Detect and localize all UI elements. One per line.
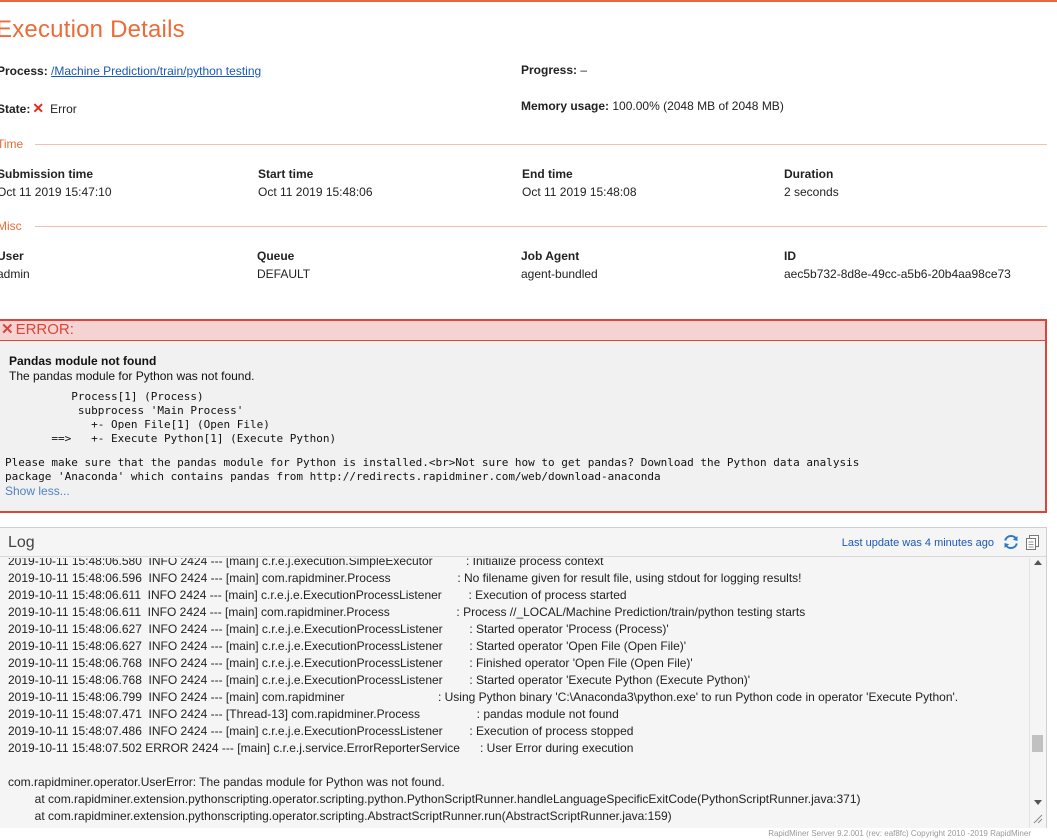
time-section-header: Time	[0, 137, 1047, 151]
refresh-icon[interactable]	[1002, 533, 1020, 551]
misc-section-header: Misc	[0, 219, 1047, 233]
process-tree: Process[1] (Process) subprocess 'Main Pr…	[51, 390, 337, 445]
state-row: State: ✕ Error	[0, 100, 77, 117]
id-value: aec5b732-8d8e-49cc-a5b6-20b4aa98ce73	[784, 267, 1011, 281]
page-title: Execution Details	[0, 16, 185, 43]
memory-label: Memory usage:	[521, 99, 610, 113]
section-divider	[35, 226, 1047, 227]
log-line: at com.rapidminer.extension.pythonscript…	[8, 809, 672, 823]
id-label: ID	[784, 249, 796, 263]
queue-label: Queue	[257, 249, 295, 263]
process-link[interactable]: /Machine Prediction/train/python testing	[51, 64, 261, 78]
progress-label: Progress:	[521, 63, 578, 77]
state-label: State:	[0, 102, 31, 116]
error-x-icon: ✕	[1, 321, 14, 338]
progress-value: –	[580, 63, 588, 77]
log-line: 2019-10-11 15:48:07.471 INFO 2424 --- [T…	[8, 707, 619, 721]
log-line: 2019-10-11 15:48:06.768 INFO 2424 --- [m…	[8, 673, 751, 687]
scroll-down-arrow-icon[interactable]	[1034, 800, 1042, 805]
log-line: 2019-10-11 15:48:06.799 INFO 2424 --- [m…	[8, 690, 959, 704]
end-time-value: Oct 11 2019 15:48:08	[522, 185, 637, 199]
log-line: 2019-10-11 15:48:06.596 INFO 2424 --- [m…	[8, 571, 802, 585]
show-less-link[interactable]: Show less...	[5, 484, 70, 498]
last-update-link[interactable]: Last update was 4 minutes ago	[842, 537, 994, 549]
log-line: 2019-10-11 15:48:06.611 INFO 2424 --- [m…	[8, 588, 627, 602]
log-line: 2019-10-11 15:48:06.627 INFO 2424 --- [m…	[8, 639, 687, 653]
start-time-label: Start time	[258, 167, 314, 181]
log-header: Log Last update was 4 minutes ago	[0, 528, 1046, 557]
log-line: 2019-10-11 15:48:06.768 INFO 2424 --- [m…	[8, 656, 693, 670]
footer-copyright: RapidMiner Server 9.2.001 (rev: eaf8fc) …	[768, 829, 1031, 838]
log-line: com.rapidminer.operator.UserError: The p…	[8, 775, 445, 789]
log-panel: Log Last update was 4 minutes ago 2019-1…	[0, 527, 1047, 828]
log-scrollbar[interactable]	[1029, 558, 1046, 828]
job-agent-value: agent-bundled	[521, 267, 598, 281]
process-label: Process:	[0, 64, 48, 78]
submission-time-value: Oct 11 2019 15:47:10	[0, 185, 112, 199]
log-line: 2019-10-11 15:48:06.580 INFO 2424 --- [m…	[8, 558, 604, 568]
duration-value: 2 seconds	[784, 185, 839, 199]
log-line: 2019-10-11 15:48:06.627 INFO 2424 --- [m…	[8, 622, 669, 636]
log-line: 2019-10-11 15:48:07.502 ERROR 2424 --- […	[8, 741, 634, 755]
error-header-label: ERROR:	[15, 321, 74, 338]
queue-value: DEFAULT	[257, 267, 311, 281]
log-line: 2019-10-11 15:48:07.486 INFO 2424 --- [m…	[8, 724, 634, 738]
misc-section-title: Misc	[0, 219, 28, 233]
error-panel: ✕ ERROR: Pandas module not found The pand…	[0, 319, 1047, 513]
memory-row: Memory usage: 100.00% (2048 MB of 2048 M…	[521, 99, 784, 113]
log-line: at com.rapidminer.extension.pythonscript…	[8, 792, 861, 806]
copy-icon[interactable]	[1025, 534, 1040, 550]
start-time-value: Oct 11 2019 15:48:06	[258, 185, 373, 199]
state-value: Error	[50, 102, 77, 116]
progress-row: Progress: –	[521, 63, 587, 77]
memory-value: 100.00% (2048 MB of 2048 MB)	[612, 99, 784, 113]
error-header: ✕ ERROR:	[0, 321, 1045, 341]
end-time-label: End time	[522, 167, 573, 181]
duration-label: Duration	[784, 167, 834, 181]
scroll-up-arrow-icon[interactable]	[1034, 560, 1042, 565]
top-accent-line	[0, 0, 1057, 2]
log-title: Log	[8, 534, 35, 551]
error-hint: Please make sure that the pandas module …	[5, 456, 860, 483]
submission-time-label: Submission time	[0, 167, 94, 181]
error-description: The pandas module for Python was not fou…	[9, 369, 255, 383]
error-title: Pandas module not found	[9, 354, 157, 368]
error-x-icon: ✕	[32, 100, 45, 116]
user-value: admin	[0, 267, 30, 281]
log-line: 2019-10-11 15:48:06.611 INFO 2424 --- [m…	[8, 605, 806, 619]
log-output[interactable]: 2019-10-11 15:48:06.580 INFO 2424 --- [m…	[0, 558, 1029, 828]
section-divider	[35, 144, 1047, 145]
time-section-title: Time	[0, 137, 30, 151]
resize-grip-icon[interactable]	[1033, 814, 1043, 824]
job-agent-label: Job Agent	[521, 249, 580, 263]
process-row: Process: /Machine Prediction/train/pytho…	[0, 64, 261, 78]
scrollbar-thumb[interactable]	[1032, 735, 1043, 752]
user-label: User	[0, 249, 24, 263]
